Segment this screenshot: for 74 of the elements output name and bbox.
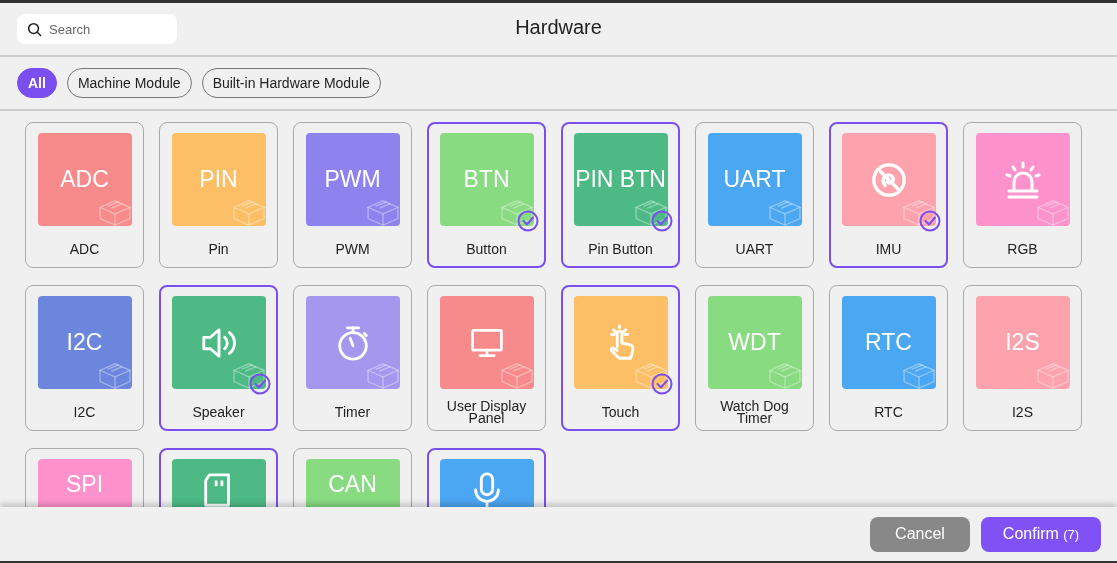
module-card[interactable]: RTC RTC (829, 285, 948, 431)
module-card[interactable]: Touch (561, 285, 680, 431)
tile-text: BTN (463, 166, 510, 193)
box-icon (901, 198, 936, 226)
module-label: I2C (73, 403, 96, 422)
tile-text: ADC (60, 166, 109, 193)
module-card[interactable]: PWM PWM (293, 122, 412, 268)
tile-text: SPI (65, 471, 104, 498)
module-card[interactable]: PIN Pin (159, 122, 278, 268)
module-card[interactable]: BTN Button (427, 122, 546, 268)
box-icon (767, 361, 802, 389)
tile-text: PWM (324, 166, 381, 193)
box-icon (1035, 198, 1070, 226)
filter-chip[interactable]: Built-in Hardware Module (201, 68, 381, 98)
box-icon (365, 198, 400, 226)
module-card[interactable]: I2C I2C (25, 285, 144, 431)
box-icon (97, 198, 132, 226)
tile-text: PIN (199, 166, 238, 193)
module-label: IMU (875, 240, 902, 259)
module-label: RGB (1007, 240, 1038, 259)
gyroscope-icon (869, 160, 908, 199)
filter-chip[interactable]: All (17, 68, 57, 98)
module-label: Button (466, 240, 507, 259)
module-label: Touch (601, 403, 640, 422)
module-label: ADC (69, 240, 100, 259)
module-label: Timer (334, 403, 371, 422)
module-card[interactable]: Timer (293, 285, 412, 431)
module-label: UART (735, 240, 774, 259)
check-icon (650, 210, 673, 232)
tile-text: UART (723, 166, 786, 193)
tile-text: I2C (66, 329, 103, 356)
cancel-button[interactable]: Cancel (870, 516, 970, 552)
tile-text: I2S (1005, 329, 1040, 356)
check-icon (918, 210, 941, 232)
module-card[interactable]: PIN BTN Pin Button (561, 122, 680, 268)
tile-text: CAN (328, 471, 377, 498)
box-icon (633, 361, 668, 389)
module-card[interactable]: WDT Watch Dog Timer (695, 285, 814, 431)
tile-text: RTC (865, 329, 912, 356)
box-icon (365, 361, 400, 389)
search-field[interactable]: Search (17, 14, 177, 44)
check-icon (650, 373, 673, 395)
dialog-title: Hardware (515, 16, 602, 39)
search-icon (27, 22, 42, 37)
confirm-button[interactable]: Confirm (7) (981, 516, 1101, 552)
box-icon (97, 361, 132, 389)
module-label: I2S (1012, 403, 1033, 422)
module-label: Watch Dog Timer (719, 399, 790, 425)
tile-text: PIN BTN (575, 166, 666, 193)
tile-text: WDT (728, 329, 781, 356)
module-label: Pin (208, 240, 229, 259)
check-icon (248, 373, 271, 395)
check-icon (516, 210, 539, 232)
module-label: Pin Button (588, 240, 653, 259)
module-label: User Display Panel (445, 399, 528, 425)
module-card[interactable]: ADC ADC (25, 122, 144, 268)
module-card[interactable]: RGB (963, 122, 1082, 268)
module-label: Speaker (192, 403, 245, 422)
module-card[interactable]: Speaker (159, 285, 278, 431)
module-card[interactable]: IMU (829, 122, 948, 268)
box-icon (767, 198, 802, 226)
module-label: PWM (335, 240, 370, 259)
module-label: RTC (874, 403, 903, 422)
filter-chip[interactable]: Machine Module (66, 68, 192, 98)
box-icon (231, 198, 266, 226)
box-icon (231, 361, 266, 389)
module-card[interactable]: I2S I2S (963, 285, 1082, 431)
module-card[interactable]: UART UART (695, 122, 814, 268)
box-icon (1035, 361, 1070, 389)
box-icon (499, 361, 534, 389)
box-icon (901, 361, 936, 389)
box-icon (499, 198, 534, 226)
module-card[interactable]: User Display Panel (427, 285, 546, 431)
box-icon (633, 198, 668, 226)
